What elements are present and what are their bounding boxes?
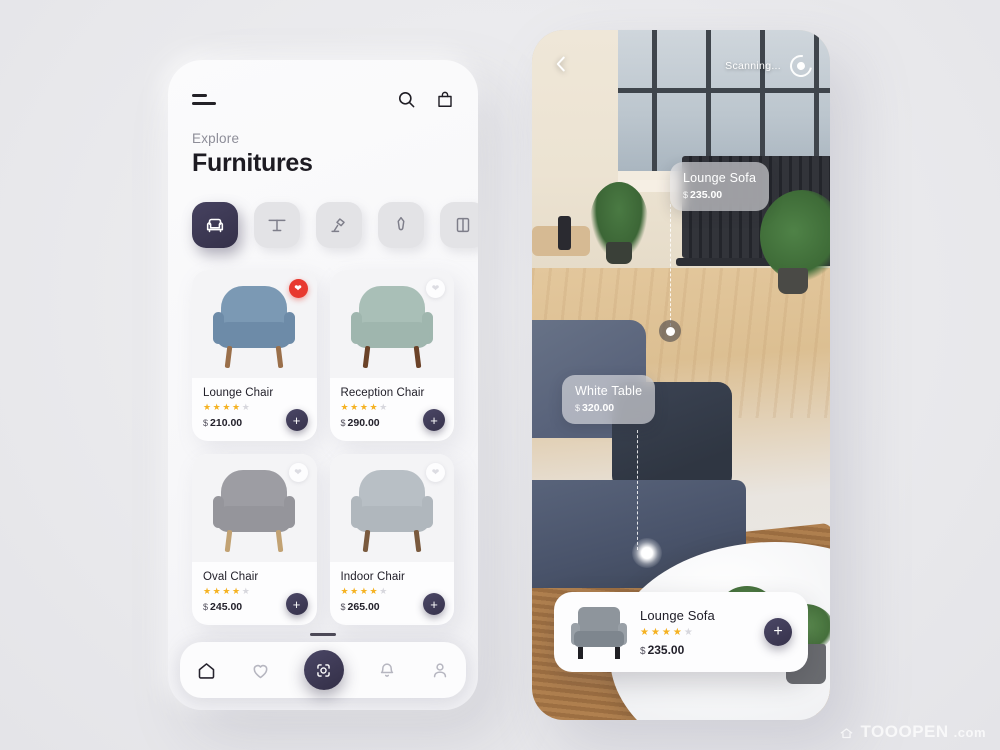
product-card[interactable]: ❤ Reception Chair ★★★★★ $290.00 + — [329, 270, 455, 441]
product-name: Indoor Chair — [340, 571, 405, 583]
ar-product-name: Lounge Sofa — [640, 607, 715, 623]
heart-icon — [253, 664, 268, 678]
armchair-thumbnail — [570, 605, 628, 659]
scanning-label: Scanning... — [725, 60, 781, 72]
ar-tag-lounge-sofa[interactable]: Lounge Sofa $235.00 — [670, 162, 770, 211]
category-decor[interactable] — [378, 202, 424, 248]
armchair-icon — [206, 218, 224, 233]
search-icon[interactable] — [397, 90, 416, 109]
bell-icon — [380, 663, 393, 677]
vase-icon — [397, 216, 405, 231]
favorite-button[interactable]: ❤ — [288, 463, 308, 482]
product-image: ❤ — [329, 270, 454, 378]
ar-tag-name: White Table — [575, 384, 643, 398]
app-topbar — [168, 60, 478, 109]
eyebrow-label: Explore — [192, 131, 240, 146]
favorite-button[interactable]: ❤ — [426, 463, 445, 482]
watermark-text: TOOOPEN — [860, 722, 949, 741]
shopping-bag-icon[interactable] — [436, 90, 454, 109]
back-button[interactable] — [550, 53, 572, 80]
product-card[interactable]: ❤ Indoor Chair ★★★★★ $265.00 + — [329, 454, 455, 625]
product-info: Oval Chair ★★★★★ $245.00 + — [192, 562, 317, 625]
ar-anchor-dot-sofa[interactable] — [659, 320, 681, 342]
product-name: Lounge Chair — [203, 387, 274, 399]
product-image: ❤ — [192, 270, 317, 378]
ar-anchor-dot-table[interactable] — [632, 538, 662, 568]
category-filter-row — [168, 178, 478, 248]
add-to-cart-button[interactable]: + — [285, 593, 308, 615]
table-icon — [268, 219, 286, 232]
ar-topbar: Scanning... — [532, 30, 830, 102]
category-lamp[interactable] — [316, 202, 362, 248]
ar-leader-line-sofa — [670, 204, 671, 326]
page-heading: Explore Furnitures — [168, 109, 478, 178]
product-name: Reception Chair — [340, 387, 425, 399]
ar-tag-white-table[interactable]: White Table $320.00 — [562, 375, 656, 424]
home-icon — [199, 662, 215, 679]
watermark: TOOOPEN .com — [838, 722, 986, 742]
ar-add-to-cart-button[interactable]: + — [764, 618, 792, 646]
product-card[interactable]: ❤ Oval Chair ★★★★★ $245.00 + — [192, 454, 317, 625]
add-to-cart-button[interactable]: + — [285, 409, 308, 431]
scan-ring-icon — [785, 50, 817, 82]
page-title: Furnitures — [192, 149, 313, 177]
product-info: Indoor Chair ★★★★★ $265.00 + — [330, 562, 455, 625]
plant-left-pot — [606, 242, 632, 264]
nav-ar-scan-button[interactable] — [303, 650, 344, 690]
scan-status: Scanning... — [725, 50, 817, 82]
product-name: Oval Chair — [203, 571, 259, 583]
desk-lamp-icon — [331, 218, 345, 233]
category-cabinet[interactable] — [440, 202, 478, 248]
user-icon — [433, 663, 446, 678]
ar-leader-line-table — [637, 430, 638, 550]
plant-right-pot — [778, 268, 808, 294]
favorite-button[interactable]: ❤ — [426, 279, 445, 298]
ar-product-card[interactable]: Lounge Sofa ★★★★★ $235.00 + — [554, 592, 808, 672]
ar-product-info: Lounge Sofa ★★★★★ $235.00 — [640, 608, 752, 657]
catalog-phone-screen: Explore Furnitures ❤ Lounge Chair ★★★★★ … — [168, 60, 478, 710]
bottom-navigation — [180, 642, 466, 698]
ar-product-price: $235.00 — [640, 642, 685, 657]
ar-tag-price: $235.00 — [683, 189, 723, 201]
nav-notifications[interactable] — [377, 660, 397, 680]
speaker — [558, 216, 571, 250]
add-to-cart-button[interactable]: + — [423, 593, 445, 615]
chevron-left-icon — [556, 56, 565, 71]
ar-scan-icon — [317, 663, 331, 677]
add-to-cart-button[interactable]: + — [423, 409, 445, 431]
blue-sofa — [532, 320, 766, 614]
watermark-suffix: .com — [953, 724, 986, 740]
home-indicator — [310, 633, 336, 636]
category-sofa[interactable] — [192, 202, 238, 248]
topbar-actions — [397, 90, 454, 109]
watermark-logo-icon — [840, 727, 854, 738]
product-info: Lounge Chair ★★★★★ $210.00 + — [192, 378, 317, 441]
favorite-button[interactable]: ❤ — [288, 279, 308, 298]
ar-tag-price: $320.00 — [575, 402, 615, 414]
product-grid: ❤ Lounge Chair ★★★★★ $210.00 + ❤ Recepti… — [168, 248, 478, 625]
product-info: Reception Chair ★★★★★ $290.00 + — [330, 378, 455, 441]
ar-tag-name: Lounge Sofa — [683, 171, 757, 185]
chair-illustration — [208, 278, 300, 374]
product-card[interactable]: ❤ Lounge Chair ★★★★★ $210.00 + — [192, 270, 317, 441]
chair-illustration — [346, 278, 438, 374]
category-table[interactable] — [254, 202, 300, 248]
ar-camera-phone-screen: Scanning... Lounge Sofa $235.00 White Ta… — [532, 30, 830, 720]
nav-profile[interactable] — [430, 660, 450, 680]
nav-home[interactable] — [196, 660, 217, 681]
chair-illustration — [346, 462, 438, 558]
nav-favorites[interactable] — [250, 660, 271, 681]
screenshot-stage: Explore Furnitures ❤ Lounge Chair ★★★★★ … — [0, 0, 1000, 750]
product-image: ❤ — [192, 454, 317, 562]
chair-illustration — [208, 462, 300, 558]
cabinet-icon — [456, 217, 470, 233]
ar-rating-stars: ★★★★★ — [640, 626, 695, 638]
product-image: ❤ — [329, 454, 454, 562]
hamburger-icon[interactable] — [192, 94, 216, 105]
